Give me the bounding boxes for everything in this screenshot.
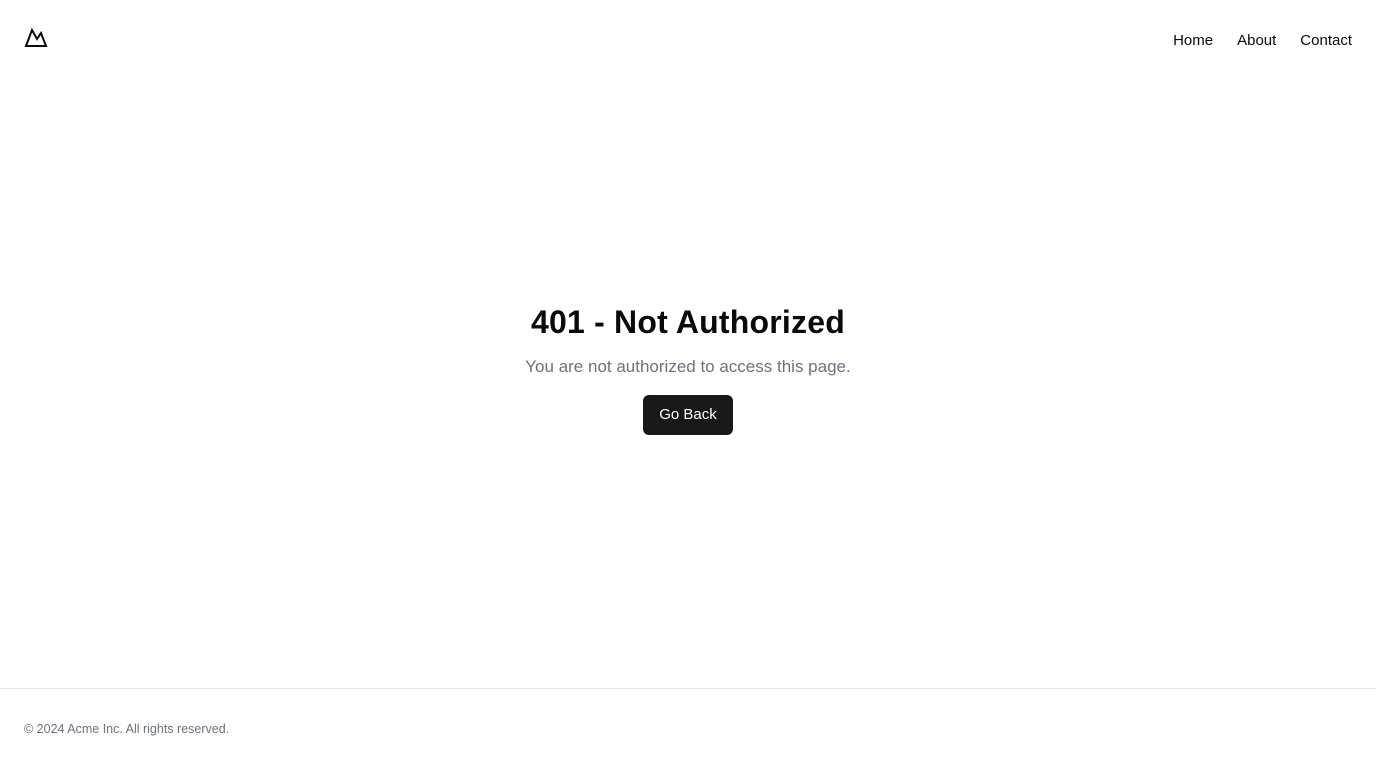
- nav-link-about[interactable]: About: [1237, 32, 1276, 49]
- error-content: 401 - Not Authorized You are not authori…: [0, 80, 1376, 688]
- go-back-button[interactable]: Go Back: [643, 394, 733, 435]
- mountain-icon: [24, 26, 48, 55]
- home-logo-link[interactable]: [24, 26, 48, 55]
- site-footer: © 2024 Acme Inc. All rights reserved.: [0, 688, 1376, 768]
- error-title: 401 - Not Authorized: [531, 303, 845, 340]
- site-header: Home About Contact: [0, 0, 1376, 80]
- main-nav: Home About Contact: [1173, 32, 1352, 49]
- error-message: You are not authorized to access this pa…: [525, 356, 851, 376]
- copyright-text: © 2024 Acme Inc. All rights reserved.: [24, 721, 230, 736]
- page: Home About Contact 401 - Not Authorized …: [0, 0, 1376, 768]
- nav-link-home[interactable]: Home: [1173, 32, 1213, 49]
- nav-link-contact[interactable]: Contact: [1300, 32, 1352, 49]
